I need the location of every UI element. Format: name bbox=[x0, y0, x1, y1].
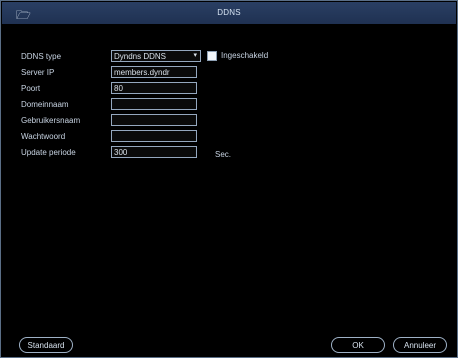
enabled-checkbox[interactable] bbox=[207, 51, 217, 61]
update-unit-label: Sec. bbox=[215, 150, 232, 159]
enabled-label: Ingeschakeld bbox=[221, 51, 269, 60]
cancel-button[interactable]: Annuleer bbox=[393, 337, 447, 353]
title-bar: 🗁 DDNS bbox=[2, 2, 456, 24]
server-ip-label: Server IP bbox=[21, 68, 55, 77]
window-title: DDNS bbox=[217, 8, 241, 17]
ddns-type-select[interactable]: Dyndns DDNS ▾ bbox=[111, 50, 201, 62]
ddns-type-label: DDNS type bbox=[21, 52, 62, 61]
password-input[interactable] bbox=[111, 130, 197, 142]
ddns-window: 🗁 DDNS DDNS type Dyndns DDNS ▾ Ingeschak… bbox=[0, 0, 458, 358]
update-period-label: Update periode bbox=[21, 148, 76, 157]
update-period-input[interactable]: 300 bbox=[111, 146, 197, 158]
chevron-down-icon: ▾ bbox=[193, 52, 197, 59]
username-input[interactable] bbox=[111, 114, 197, 126]
domain-label: Domeinnaam bbox=[21, 100, 69, 109]
domain-input[interactable] bbox=[111, 98, 197, 110]
ok-button[interactable]: OK bbox=[331, 337, 385, 353]
server-ip-input[interactable]: members.dyndr bbox=[111, 66, 197, 78]
ddns-type-value: Dyndns DDNS bbox=[114, 52, 167, 61]
default-button[interactable]: Standaard bbox=[19, 337, 73, 353]
port-label: Poort bbox=[21, 84, 41, 93]
username-label: Gebruikersnaam bbox=[21, 116, 81, 125]
password-label: Wachtwoord bbox=[21, 132, 66, 141]
port-input[interactable]: 80 bbox=[111, 82, 197, 94]
